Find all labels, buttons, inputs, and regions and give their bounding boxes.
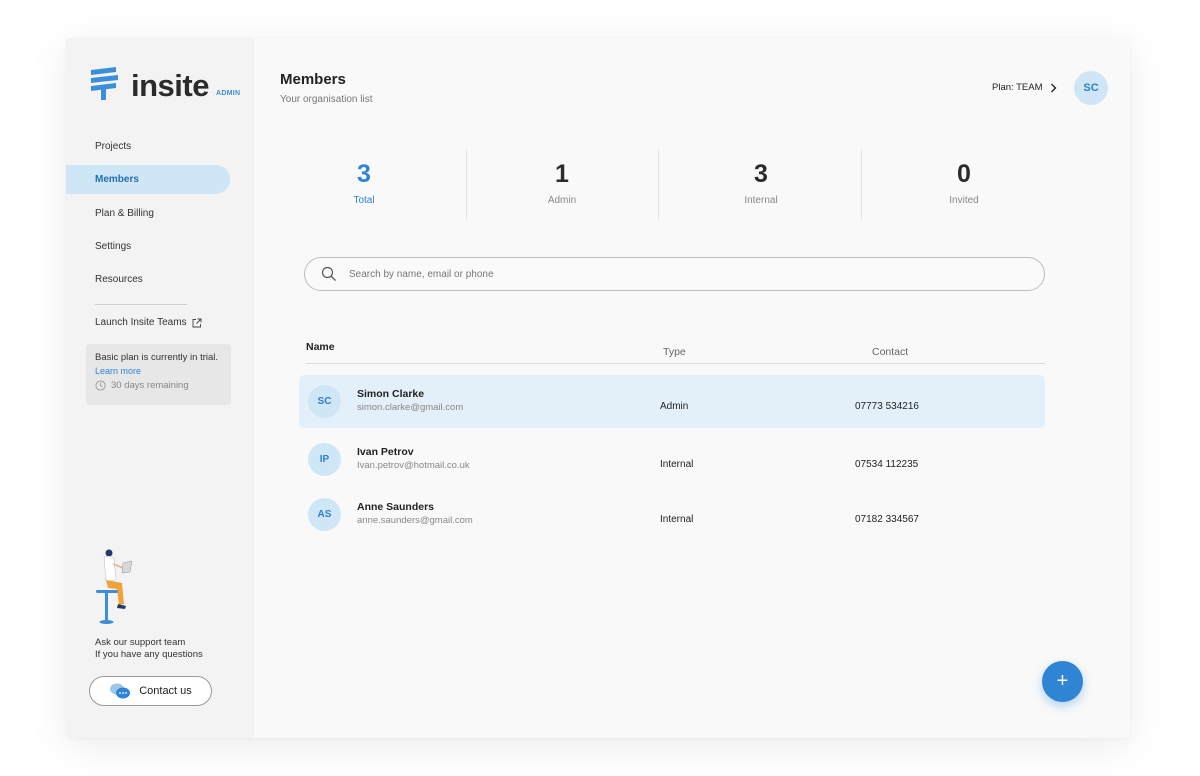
launch-insite-teams-link[interactable]: Launch Insite Teams — [95, 317, 202, 328]
member-name: Simon Clarke — [357, 388, 425, 400]
support-line-1: Ask our support team — [95, 637, 186, 648]
support-text: Ask our support team If you have any que… — [95, 637, 203, 660]
sidebar-divider — [95, 304, 187, 305]
member-email: simon.clarke@gmail.com — [357, 402, 464, 413]
table-row[interactable]: IP Ivan Petrov Ivan.petrov@hotmail.co.uk… — [299, 433, 1045, 486]
plan-label: Plan: TEAM — [992, 82, 1043, 93]
stat-divider — [861, 150, 862, 220]
member-contact: 07182 334567 — [855, 514, 919, 525]
stat-total: 3 Total — [269, 150, 459, 220]
stat-admin-value: 1 — [555, 160, 569, 188]
stat-invited-label: Invited — [949, 195, 979, 206]
member-name: Anne Saunders — [357, 501, 435, 513]
sidebar: insite ADMIN Projects Members Plan & Bil… — [66, 38, 254, 738]
member-avatar: SC — [308, 385, 341, 418]
trial-notice: Basic plan is currently in trial. Learn … — [86, 344, 231, 405]
chevron-right-icon — [1050, 83, 1057, 92]
brand-logo[interactable]: insite ADMIN — [88, 66, 240, 102]
support-line-2: If you have any questions — [95, 648, 203, 660]
stat-internal-value: 3 — [754, 160, 768, 188]
member-email: Ivan.petrov@hotmail.co.uk — [357, 460, 470, 471]
sidebar-item-resources[interactable]: Resources — [66, 265, 230, 294]
member-type: Internal — [660, 514, 694, 525]
learn-more-link[interactable]: Learn more — [95, 366, 222, 376]
trial-days-label: 30 days remaining — [111, 380, 189, 391]
page-subtitle: Your organisation list — [280, 94, 373, 105]
app-window: insite ADMIN Projects Members Plan & Bil… — [66, 38, 1130, 738]
member-name: Ivan Petrov — [357, 446, 414, 458]
insite-logo-icon — [91, 67, 118, 100]
trial-title: Basic plan is currently in trial. — [95, 352, 219, 363]
plan-link[interactable]: Plan: TEAM — [992, 82, 1057, 93]
stat-divider — [658, 150, 659, 220]
page-title: Members — [280, 71, 346, 88]
external-link-icon — [192, 318, 201, 327]
user-avatar[interactable]: SC — [1074, 71, 1108, 105]
sidebar-item-plan-billing[interactable]: Plan & Billing — [66, 199, 230, 228]
member-contact: 07773 534216 — [855, 401, 919, 412]
column-header-type[interactable]: Type — [663, 346, 686, 358]
member-type: Internal — [660, 459, 694, 470]
add-member-button[interactable]: + — [1042, 661, 1083, 702]
contact-us-button[interactable]: Contact us — [89, 676, 212, 706]
brand-name: insite — [131, 68, 209, 103]
support-person-illustration — [96, 549, 133, 624]
sidebar-item-members[interactable]: Members — [66, 165, 230, 195]
trial-days: 30 days remaining — [95, 380, 222, 391]
brand-badge: ADMIN — [215, 90, 241, 97]
member-avatar: AS — [308, 498, 341, 531]
table-row[interactable]: AS Anne Saunders anne.saunders@gmail.com… — [299, 488, 1045, 541]
member-contact: 07534 112235 — [855, 459, 919, 470]
member-email: anne.saunders@gmail.com — [357, 515, 473, 526]
stat-internal: 3 Internal — [666, 150, 856, 220]
chat-bubbles-icon — [110, 683, 131, 699]
sidebar-item-settings[interactable]: Settings — [66, 232, 230, 261]
stat-admin: 1 Admin — [467, 150, 657, 220]
column-header-name[interactable]: Name — [306, 341, 335, 353]
stat-total-value: 3 — [357, 160, 371, 188]
sidebar-nav: Projects Members Plan & Billing Settings… — [66, 132, 254, 298]
column-header-contact[interactable]: Contact — [872, 346, 908, 358]
stat-total-label: Total — [353, 195, 375, 206]
stats-bar: 3 Total 1 Admin 3 Internal 0 Invited — [269, 150, 1063, 220]
launch-label: Launch Insite Teams — [95, 317, 187, 328]
stat-invited: 0 Invited — [869, 150, 1059, 220]
table-row[interactable]: SC Simon Clarke simon.clarke@gmail.com A… — [299, 375, 1045, 428]
stat-internal-label: Internal — [744, 195, 778, 206]
clock-icon — [95, 380, 106, 391]
stat-admin-label: Admin — [547, 195, 577, 206]
contact-us-label: Contact us — [139, 685, 192, 697]
search-icon — [321, 266, 336, 281]
search-bar[interactable] — [304, 257, 1045, 291]
sidebar-item-projects[interactable]: Projects — [66, 132, 230, 161]
table-header-divider — [306, 363, 1045, 364]
member-type: Admin — [660, 401, 689, 412]
stat-invited-value: 0 — [957, 160, 971, 188]
member-avatar: IP — [308, 443, 341, 476]
search-input[interactable] — [349, 268, 949, 280]
